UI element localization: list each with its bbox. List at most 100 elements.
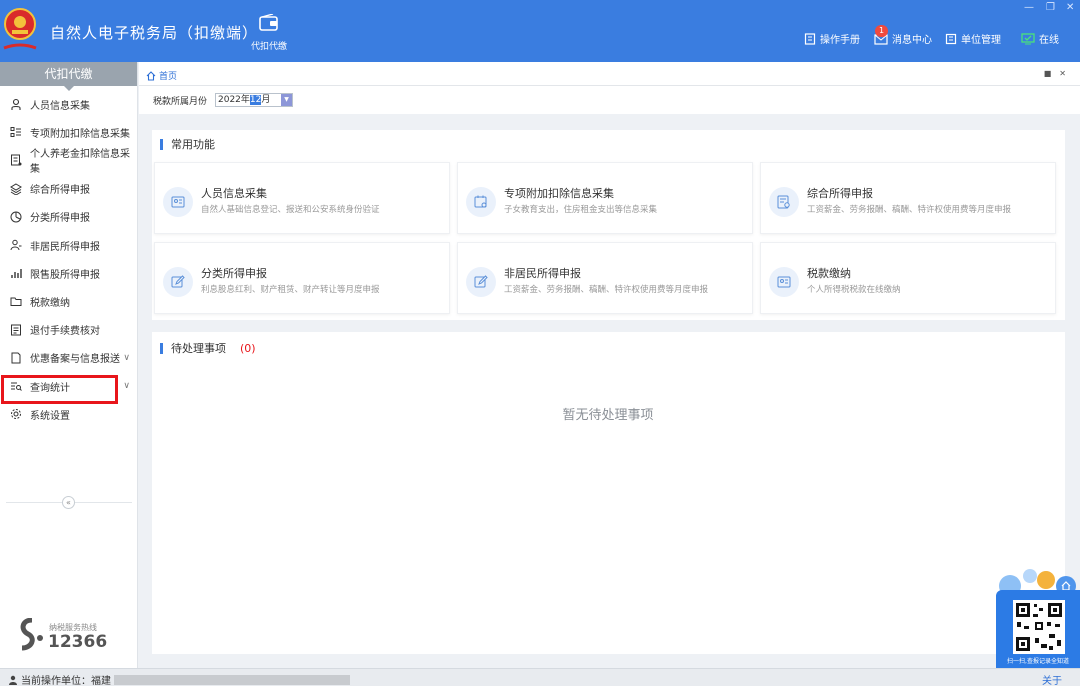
calendar-doc-icon — [474, 195, 487, 208]
card-icon-wrap — [163, 267, 193, 297]
wallet-icon — [259, 13, 278, 31]
sidebar-item-12[interactable]: 系统设置 — [0, 400, 138, 428]
book-icon — [804, 32, 816, 45]
pending-title: 待处理事项 (0) — [160, 343, 256, 354]
pie-icon — [10, 211, 22, 223]
about-link[interactable]: 关于 — [1042, 672, 1062, 686]
card-title: 非居民所得申报 — [504, 267, 581, 280]
unit-management-link[interactable]: 单位管理 — [945, 31, 1001, 46]
sidebar-item-2[interactable]: 专项附加扣除信息采集 — [0, 118, 138, 146]
redacted-unit-mask — [114, 674, 350, 685]
folder-icon — [10, 297, 22, 307]
minimize-button[interactable]: — — [1024, 2, 1034, 13]
bar-chart-icon — [11, 269, 22, 279]
function-card-3[interactable]: 综合所得申报工资薪金、劳务报酬、稿酬、特许权使用费等月度申报 — [760, 162, 1056, 234]
card-title: 综合所得申报 — [807, 187, 873, 200]
receipt-icon — [11, 324, 21, 336]
sidebar-item-label: 综合所得申报 — [30, 185, 90, 197]
qr-body: 扫一扫,查报记录全知道 — [996, 590, 1080, 668]
tab-bar: 首页 ■✕ — [139, 62, 1080, 86]
sidebar-item-label: 优惠备案与信息报送 — [30, 354, 120, 366]
current-unit: 当前操作单位： 福建 — [8, 672, 350, 686]
close-button[interactable]: ✕ — [1066, 2, 1074, 13]
restore-button[interactable]: ❐ — [1046, 2, 1055, 13]
period-dropdown-icon[interactable]: ▼ — [281, 94, 292, 106]
sidebar-item-label: 非居民所得申报 — [30, 241, 100, 253]
list-icon — [10, 127, 21, 138]
online-label: 在线 — [1039, 35, 1059, 46]
nav-module-withholding[interactable]: 代扣代缴 — [246, 13, 292, 52]
chevron-down-icon[interactable]: ∨ — [123, 381, 130, 391]
user-icon — [9, 675, 17, 685]
sidebar-collapse-button[interactable]: « — [62, 496, 75, 509]
message-center-label: 消息中心 — [892, 35, 932, 46]
layers-icon — [10, 183, 22, 195]
common-functions-panel: 常用功能 人员信息采集 自然人基础信息登记、报送和公安系统身份验证 专项附加扣除信息… — [152, 130, 1065, 320]
sidebar-item-label: 限售股所得申报 — [30, 269, 100, 281]
card-description: 工资薪金、劳务报酬、稿酬、特许权使用费等月度申报 — [807, 205, 1012, 215]
period-label: 税款所属月份 — [153, 97, 208, 107]
building-icon — [945, 33, 957, 44]
hotline-logo-icon — [20, 618, 43, 651]
pending-count: (0) — [240, 342, 256, 355]
function-card-4[interactable]: 分类所得申报利息股息红利、财产租赁、财产转让等月度申报 — [154, 242, 450, 314]
period-suffix: 月 — [261, 95, 271, 105]
card-title: 分类所得申报 — [201, 267, 267, 280]
card-icon-wrap — [466, 267, 496, 297]
sidebar-item-3[interactable]: 个人养老金扣除信息采集 — [0, 146, 138, 176]
chevron-down-icon[interactable]: ∨ — [123, 353, 130, 363]
tab-window-controls[interactable]: ■✕ — [1044, 69, 1074, 78]
period-month: 12 — [249, 95, 262, 105]
sidebar-item-9[interactable]: 退付手续费核对 — [0, 316, 138, 344]
qr-code-image — [1013, 600, 1065, 654]
sidebar-item-6[interactable]: 非居民所得申报 — [0, 231, 138, 259]
sidebar-item-10[interactable]: 优惠备案与信息报送 ∨ — [0, 344, 138, 372]
monitor-check-icon — [1021, 32, 1035, 44]
pending-empty-message: 暂无待处理事项 — [562, 408, 654, 423]
app-header: 自然人电子税务局（扣缴端） 代扣代缴 — ❐ ✕ 操作手册 消息中心 1 单位管… — [0, 0, 1080, 62]
function-card-6[interactable]: 税款缴纳 个人所得税税款在线缴纳 — [760, 242, 1056, 314]
sidebar-item-label: 人员信息采集 — [30, 100, 90, 112]
hotline-block: 纳税服务热线 12366 — [16, 618, 136, 658]
manual-label: 操作手册 — [820, 35, 860, 46]
card-icon-wrap — [466, 187, 496, 217]
card-icon-wrap — [163, 187, 193, 217]
sidebar-item-label: 税款缴纳 — [30, 297, 70, 309]
tab-home[interactable]: 首页 — [146, 69, 177, 82]
sidebar-title: 代扣代缴 — [0, 62, 137, 91]
sidebar-item-7[interactable]: 限售股所得申报 — [0, 259, 138, 287]
card-description: 利息股息红利、财产租赁、财产转让等月度申报 — [201, 285, 380, 295]
id-card-icon — [171, 196, 185, 208]
function-card-2[interactable]: 专项附加扣除信息采集 子女教育支出，住房租金支出等信息采集 — [457, 162, 753, 234]
sidebar-item-label: 系统设置 — [30, 410, 70, 422]
sidebar-item-1[interactable]: 人员信息采集 — [0, 90, 138, 118]
common-functions-title: 常用功能 — [160, 139, 215, 150]
card-title: 专项附加扣除信息采集 — [504, 187, 614, 200]
user-icon — [10, 239, 22, 251]
edit-icon — [171, 275, 185, 288]
sidebar-item-label: 个人养老金扣除信息采集 — [30, 149, 130, 176]
doc-icon — [11, 352, 21, 364]
form-gear-icon — [777, 195, 790, 209]
message-badge: 1 — [875, 25, 888, 37]
sidebar-item-label: 分类所得申报 — [30, 213, 90, 225]
sidebar-item-8[interactable]: 税款缴纳 — [0, 287, 138, 315]
card-title: 人员信息采集 — [201, 187, 267, 200]
qr-caption: 扫一扫,查报记录全知道 — [1007, 658, 1069, 665]
qr-widget[interactable]: 扫一扫,查报记录全知道 — [996, 566, 1080, 668]
home-icon — [146, 70, 156, 81]
unit-management-label: 单位管理 — [961, 35, 1001, 46]
tab-home-label: 首页 — [159, 72, 178, 82]
manual-link[interactable]: 操作手册 — [804, 31, 860, 46]
sidebar-item-5[interactable]: 分类所得申报 — [0, 203, 138, 231]
person-icon — [11, 98, 21, 110]
online-status[interactable]: 在线 — [1021, 31, 1059, 46]
function-card-5[interactable]: 非居民所得申报 工资薪金、劳务报酬、稿酬、特许权使用费等月度申报 — [457, 242, 753, 314]
function-card-1[interactable]: 人员信息采集 自然人基础信息登记、报送和公安系统身份验证 — [154, 162, 450, 234]
card-description: 个人所得税税款在线缴纳 — [807, 285, 901, 295]
period-bar: 税款所属月份 2022年12月 ▼ — [139, 86, 1080, 114]
sidebar-item-4[interactable]: 综合所得申报 — [0, 175, 138, 203]
tax-emblem-logo — [3, 8, 37, 50]
period-select[interactable]: 2022年12月 ▼ — [215, 93, 293, 107]
pending-panel: 待处理事项 (0) 暂无待处理事项 — [152, 332, 1065, 654]
